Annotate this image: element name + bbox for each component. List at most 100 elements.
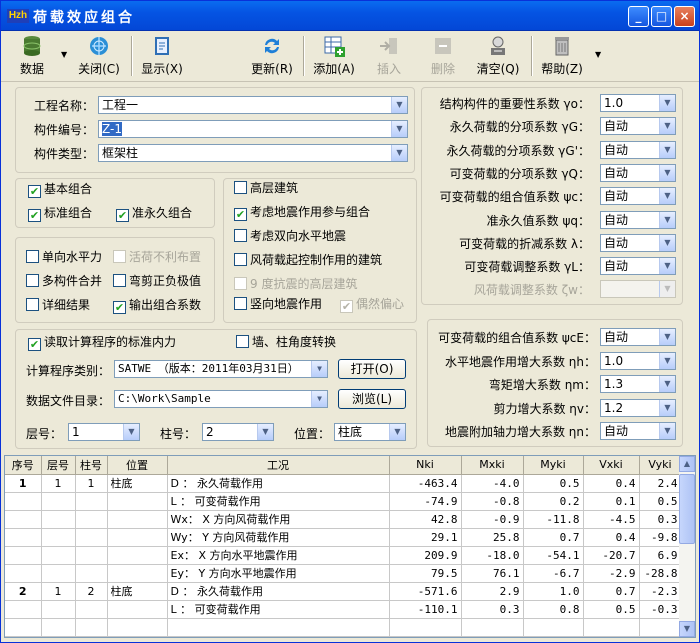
option-checkbox[interactable]: 弯剪正负极值 bbox=[113, 274, 201, 290]
seismic-factors-panel: 可变荷载的组合值系数 ψcE： 自动 ▼ 水平地震作用增大系数 ηh： 1.0 ▼ 弯矩增大… bbox=[427, 319, 683, 447]
factor-select[interactable]: 1.0 ▼ bbox=[600, 94, 676, 112]
table-row[interactable]: L ： 可变荷载作用 -110.1 0.3 0.8 0.5 -0.3 bbox=[5, 600, 682, 619]
add-button[interactable]: 添加(A) bbox=[311, 34, 357, 78]
add-table-icon bbox=[322, 34, 346, 58]
basic-combination-checkbox[interactable]: ✔ 基本组合 bbox=[28, 182, 92, 198]
data-button[interactable]: 数据 bbox=[13, 34, 51, 78]
table-cell: 2 bbox=[5, 582, 42, 601]
column-header[interactable]: 序号 bbox=[5, 456, 42, 475]
help-dropdown-arrow[interactable]: ▼ bbox=[595, 50, 601, 59]
table-cell: Wy： Y 方向风荷载作用 bbox=[167, 528, 390, 547]
help-button[interactable]: 帮助(Z) bbox=[539, 34, 585, 78]
floor-select[interactable]: 1 ▼ bbox=[68, 423, 140, 441]
data-dropdown-arrow[interactable]: ▼ bbox=[61, 50, 67, 59]
option-checkbox[interactable]: 单向水平力 bbox=[26, 250, 102, 266]
position-select[interactable]: 柱底 ▼ bbox=[334, 423, 406, 441]
table-row[interactable]: Ex： X 方向水平地震作用 209.9 -18.0 -54.1 -20.7 6.9 bbox=[5, 546, 682, 565]
seismic-checkbox[interactable]: ✔ 偶然偏心 bbox=[340, 297, 404, 313]
vertical-scrollbar[interactable]: ▲ ▼ bbox=[679, 456, 695, 637]
close-window-button[interactable]: × bbox=[674, 6, 695, 27]
factor-select[interactable]: 自动 ▼ bbox=[600, 163, 676, 182]
factor-select[interactable]: ▼ bbox=[600, 280, 676, 299]
column-header[interactable]: 柱号 bbox=[75, 456, 108, 475]
toolbar-separator bbox=[303, 36, 305, 76]
column-header[interactable]: Vyki bbox=[639, 456, 682, 475]
delete-button[interactable]: 删除 bbox=[423, 34, 463, 78]
standard-combination-checkbox[interactable]: ✔ 标准组合 bbox=[28, 206, 92, 222]
option-checkbox[interactable]: 多构件合并 bbox=[26, 274, 102, 290]
factor-label: 结构构件的重要性系数 γo： bbox=[439, 97, 590, 111]
scroll-down-icon[interactable]: ▼ bbox=[679, 621, 695, 637]
column-header[interactable]: Nki bbox=[389, 456, 462, 475]
table-cell: 0.7 bbox=[583, 582, 640, 601]
column-header[interactable]: Vxki bbox=[583, 456, 640, 475]
table-row[interactable]: 1 1 1 柱底 D ： 永久荷载作用 -463.4 -4.0 0.5 0.4 2.4 bbox=[5, 474, 682, 493]
scroll-up-icon[interactable]: ▲ bbox=[679, 456, 695, 472]
seismic-factor-select[interactable]: 自动 ▼ bbox=[600, 422, 676, 440]
table-row[interactable]: 2 1 2 柱底 D ： 永久荷载作用 -571.6 2.9 1.0 0.7 -2.3 bbox=[5, 582, 682, 601]
table-row[interactable]: Ey： Y 方向水平地震作用 79.5 76.1 -6.7 -2.9 -28.8 bbox=[5, 564, 682, 583]
angle-convert-checkbox[interactable]: 墙、柱角度转换 bbox=[236, 335, 336, 351]
option-checkbox[interactable]: 活荷不利布置 bbox=[113, 250, 201, 266]
seismic-checkbox[interactable]: ✔ 考虑地震作用参与组合 bbox=[234, 205, 370, 221]
table-row[interactable]: Wx： X 方向风荷载作用 42.8 -0.9 -11.8 -4.5 0.3 bbox=[5, 510, 682, 529]
factor-select[interactable]: 自动 ▼ bbox=[600, 233, 676, 252]
program-label: 计算程序类别： bbox=[26, 364, 111, 378]
column-header[interactable]: Myki bbox=[523, 456, 584, 475]
column-header[interactable]: 工况 bbox=[167, 456, 390, 475]
seismic-factor-select[interactable]: 自动 ▼ bbox=[600, 328, 676, 346]
table-cell: 79.5 bbox=[389, 564, 462, 583]
seismic-checkbox[interactable]: 高层建筑 bbox=[234, 181, 298, 197]
insert-button[interactable]: 插入 bbox=[369, 34, 409, 78]
close-button[interactable]: 关闭(C) bbox=[77, 34, 121, 78]
position-label: 位置： bbox=[294, 427, 331, 441]
seismic-factor-select[interactable]: 1.3 ▼ bbox=[600, 375, 676, 393]
project-name-select[interactable]: 工程一 ▼ bbox=[98, 96, 408, 114]
chevron-down-icon: ▼ bbox=[659, 376, 675, 392]
seismic-checkbox[interactable]: 风荷载起控制作用的建筑 bbox=[234, 253, 382, 269]
data-dir-select[interactable]: C:\Work\Sample ▼ bbox=[114, 390, 328, 408]
seismic-checkbox[interactable]: 竖向地震作用 bbox=[234, 297, 322, 313]
factor-select[interactable]: 自动 ▼ bbox=[600, 187, 676, 206]
table-cell: 6.9 bbox=[639, 546, 682, 565]
quasi-permanent-checkbox[interactable]: ✔ 准永久组合 bbox=[116, 206, 192, 222]
update-button[interactable]: 更新(R) bbox=[249, 34, 295, 78]
factor-select[interactable]: 自动 ▼ bbox=[600, 257, 676, 276]
option-checkbox[interactable]: ✔ 输出组合系数 bbox=[113, 298, 201, 314]
column-header[interactable]: Mxki bbox=[461, 456, 524, 475]
column-select[interactable]: 2 ▼ bbox=[202, 423, 274, 441]
table-row[interactable] bbox=[5, 618, 682, 637]
member-type-select[interactable]: 框架柱 ▼ bbox=[98, 144, 408, 162]
table-row[interactable]: Wy： Y 方向风荷载作用 29.1 25.8 0.7 0.4 -9.8 bbox=[5, 528, 682, 547]
member-code-select[interactable]: Z-1 ▼ bbox=[98, 120, 408, 138]
factor-select[interactable]: 自动 ▼ bbox=[600, 210, 676, 229]
open-button[interactable]: 打开(O) bbox=[338, 359, 406, 379]
seismic-factor-select[interactable]: 1.0 ▼ bbox=[600, 351, 676, 370]
program-select[interactable]: SATWE （版本：2011年03月31日） ▼ bbox=[114, 360, 328, 378]
column-header[interactable]: 层号 bbox=[41, 456, 76, 475]
display-button[interactable]: 显示(X) bbox=[139, 34, 185, 78]
browse-button[interactable]: 浏览(L) bbox=[338, 389, 406, 409]
check-icon: ✔ bbox=[340, 300, 353, 313]
clear-button[interactable]: 清空(Q) bbox=[475, 34, 521, 78]
column-header[interactable]: 位置 bbox=[107, 456, 168, 475]
seismic-factor-select[interactable]: 1.2 ▼ bbox=[600, 398, 676, 417]
option-checkbox[interactable]: 详细结果 bbox=[26, 298, 90, 314]
check-icon bbox=[234, 229, 247, 242]
table-cell: 1 bbox=[5, 474, 42, 493]
minimize-button[interactable]: _ bbox=[628, 6, 649, 27]
table-cell bbox=[75, 564, 108, 583]
chevron-down-icon: ▼ bbox=[391, 145, 407, 161]
seismic-checkbox[interactable]: 考虑双向水平地震 bbox=[234, 229, 346, 245]
factor-select[interactable]: 自动 ▼ bbox=[600, 140, 676, 159]
toolbar-separator bbox=[531, 36, 533, 76]
maximize-button[interactable]: □ bbox=[651, 6, 672, 27]
scroll-thumb[interactable] bbox=[679, 474, 695, 544]
check-icon bbox=[236, 335, 249, 348]
table-cell: 0.4 bbox=[583, 528, 640, 547]
seismic-checkbox[interactable]: 9 度抗震的高层建筑 bbox=[234, 277, 357, 293]
results-table[interactable]: 序号 层号 柱号 位置 工况 Nki Mxki Myki Vxki Vyki 1 1 1 柱底 D ： 永… bbox=[4, 455, 696, 638]
table-row[interactable]: L ： 可变荷载作用 -74.9 -0.8 0.2 0.1 0.5 bbox=[5, 492, 682, 511]
factor-select[interactable]: 自动 ▼ bbox=[600, 117, 676, 136]
read-internal-force-checkbox[interactable]: ✔ 读取计算程序的标准内力 bbox=[28, 335, 176, 351]
